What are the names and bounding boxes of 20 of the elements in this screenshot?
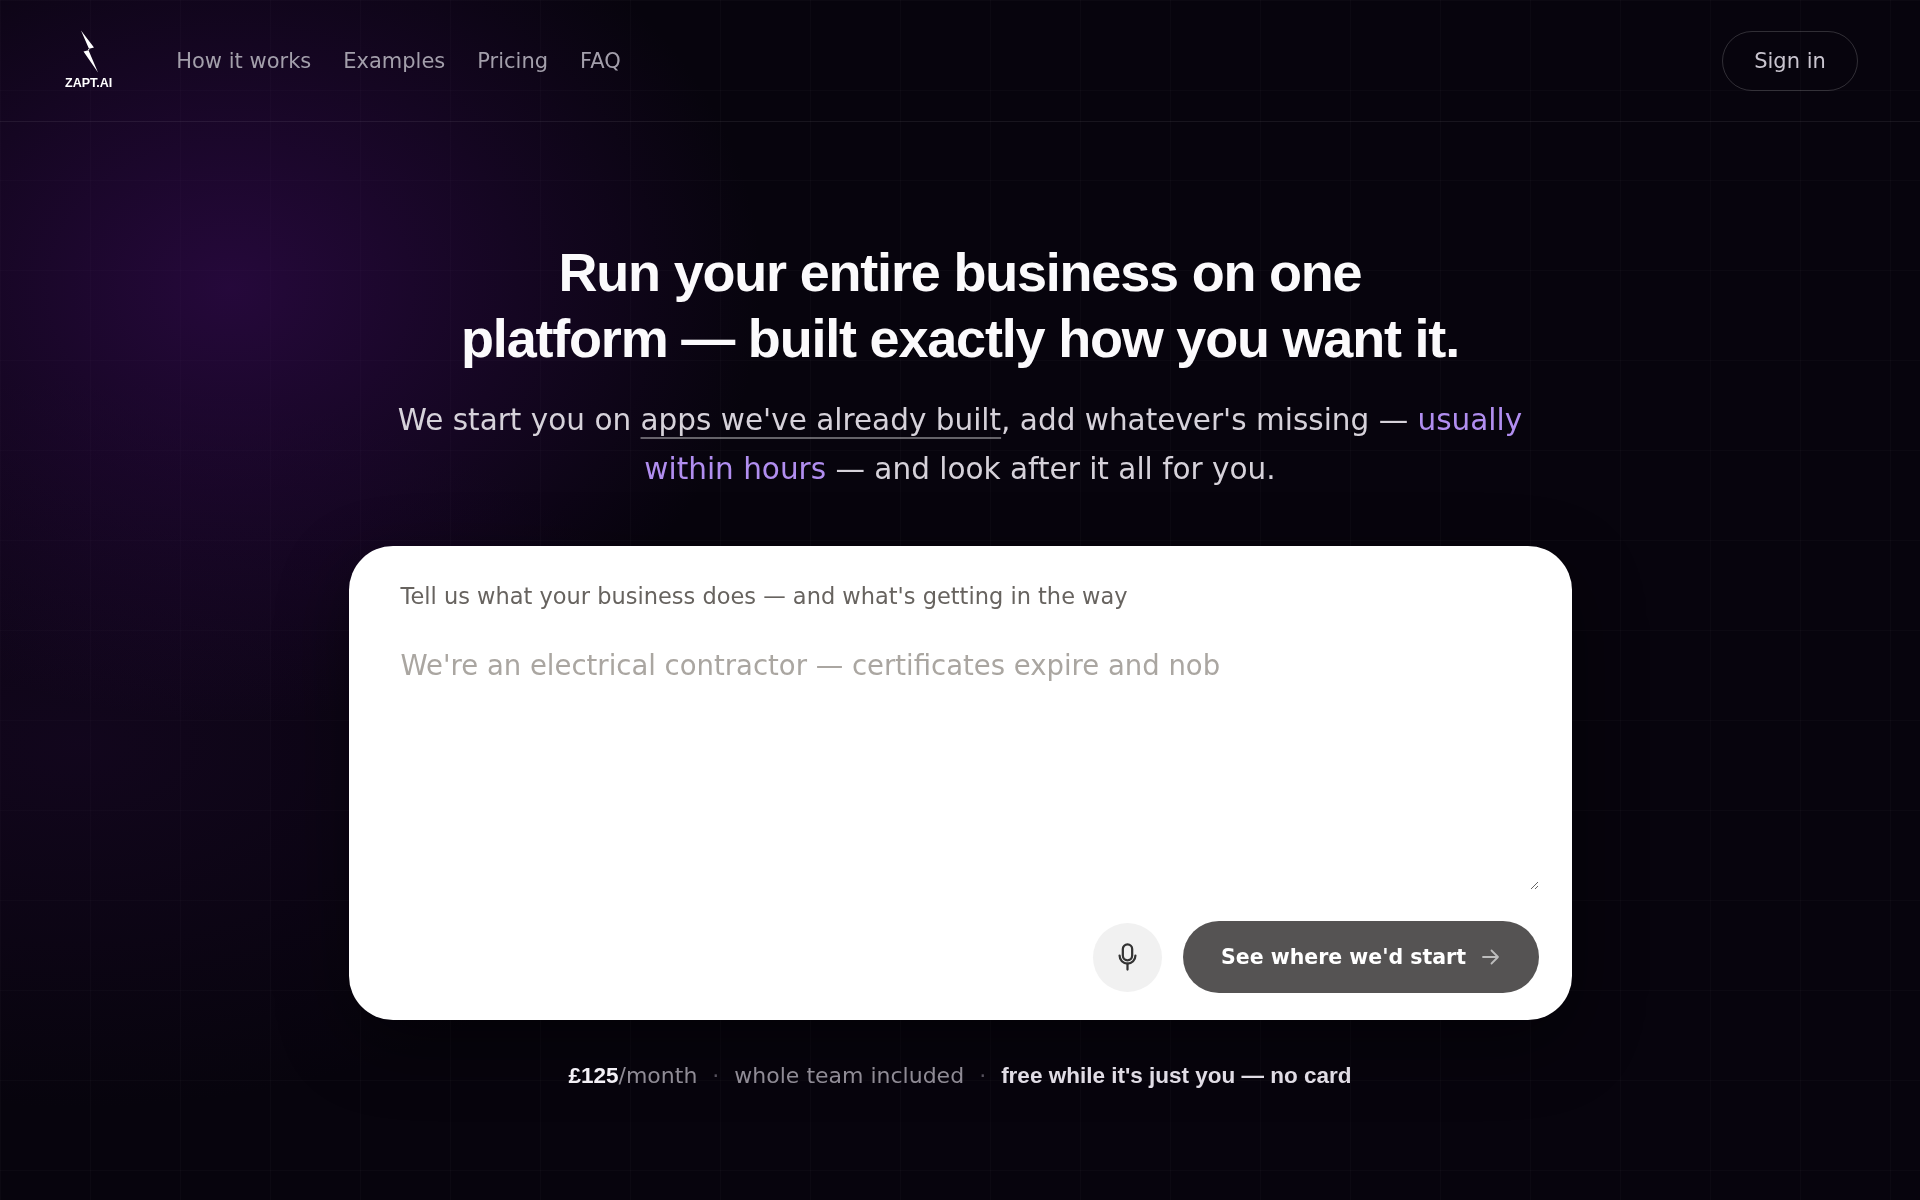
nav-link[interactable]: How it works [176, 46, 312, 75]
offer-text: free while it's just you — no card [1001, 1063, 1352, 1089]
logo[interactable]: ZAPT.AI [65, 29, 113, 90]
text-link[interactable]: apps we've already built [640, 403, 1002, 437]
message-field[interactable]: We're an electrical contractor — certificates expire and nob [381, 645, 1539, 890]
separator-dot: · [712, 1062, 720, 1090]
prompt-card[interactable]: Tell us what your business does — and what's getting in the way We're an electrical contractor — certificates expire and nob See where we'd start [348, 546, 1572, 1020]
hero-subtitle: We start you on apps we've already built, add whatever's missing — usually within hours — and look after it all for you. [396, 402, 1524, 488]
nav-link[interactable]: FAQ [580, 46, 621, 75]
submit-button[interactable]: See where we'd start [1182, 921, 1539, 993]
nav-link[interactable]: Pricing [477, 46, 549, 75]
separator-dot: · [979, 1062, 987, 1090]
price-text: £125/month [568, 1062, 698, 1090]
hero-title: Run your entire business on one platform — built exactly how you want it. [460, 241, 1460, 370]
note-text: whole team included [734, 1062, 965, 1090]
nav-link[interactable]: Examples [343, 46, 446, 75]
microphone-icon [1117, 943, 1137, 971]
arrow-icon [1482, 949, 1500, 965]
lightning-icon [78, 29, 99, 73]
field-label: Tell us what your business does — and what's getting in the way [400, 582, 1129, 611]
